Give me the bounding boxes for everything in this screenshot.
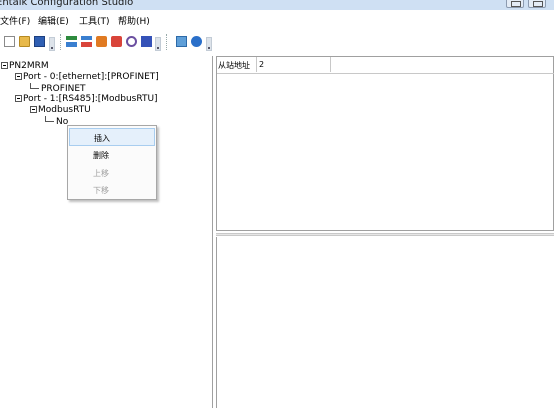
info-icon[interactable]	[191, 36, 202, 47]
menu-item-insert[interactable]: 插入	[69, 128, 155, 146]
menu-item-move-up: 上移	[93, 169, 109, 178]
property-panel: 从站地址 2	[216, 56, 554, 231]
toolbar-separator	[60, 34, 63, 50]
station-address-field[interactable]: 2	[256, 57, 331, 72]
settings-icon[interactable]	[176, 36, 187, 47]
toolbar-grip-2[interactable]	[155, 37, 161, 51]
new-file-icon[interactable]	[4, 36, 15, 47]
menu-item-move-down: 下移	[93, 186, 109, 195]
add-node-icon[interactable]	[66, 36, 77, 47]
tree-node-port1[interactable]: Port - 1:[RS485]:[ModbusRTU]	[15, 94, 158, 104]
tree-node-profinet[interactable]: PROFINET	[30, 83, 86, 94]
output-panel	[216, 237, 554, 408]
toolbar-grip[interactable]	[49, 37, 55, 51]
tree-node-slave[interactable]: No	[45, 116, 68, 127]
tree-node-modbusrtu[interactable]: ModbusRTU	[30, 105, 91, 115]
link-icon[interactable]	[126, 36, 137, 47]
toolbar	[0, 30, 554, 52]
tree-node-port0[interactable]: Port - 0:[ethernet]:[PROFINET]	[15, 72, 159, 82]
open-folder-icon[interactable]	[19, 36, 30, 47]
window-title: Entalk Configuration Studio	[0, 0, 134, 8]
add-slave-icon[interactable]	[81, 36, 92, 47]
station-address-label: 从站地址	[218, 61, 250, 70]
menu-edit[interactable]: 编辑(E)	[38, 14, 69, 27]
toolbar-separator-2	[166, 34, 169, 50]
menu-file[interactable]: 文件(F)	[0, 14, 30, 27]
menu-help[interactable]: 帮助(H)	[118, 14, 150, 27]
import-icon[interactable]	[96, 36, 107, 47]
title-bar: Entalk Configuration Studio	[0, 0, 554, 10]
collapse-icon[interactable]	[1, 62, 8, 69]
collapse-icon[interactable]	[30, 106, 37, 113]
maximize-button[interactable]	[528, 0, 546, 8]
restore-button[interactable]	[506, 0, 524, 8]
export-icon[interactable]	[111, 36, 122, 47]
tree-node-root[interactable]: PN2MRM	[1, 61, 49, 71]
download-icon[interactable]	[141, 36, 152, 47]
panel-splitter[interactable]	[216, 233, 554, 236]
menu-bar: 文件(F) 编辑(E) 工具(T) 帮助(H)	[0, 11, 554, 27]
tree-branch-line	[30, 83, 39, 89]
collapse-icon[interactable]	[15, 95, 22, 102]
save-icon[interactable]	[34, 36, 45, 47]
tree-branch-line	[45, 116, 54, 122]
context-menu: 插入 删除 上移 下移	[67, 125, 157, 200]
menu-item-delete[interactable]: 删除	[69, 146, 155, 164]
collapse-icon[interactable]	[15, 73, 22, 80]
property-row: 从站地址 2	[217, 57, 554, 74]
toolbar-grip-3[interactable]	[206, 37, 212, 51]
menu-tools[interactable]: 工具(T)	[79, 14, 110, 27]
project-tree: PN2MRM Port - 0:[ethernet]:[PROFINET] PR…	[0, 56, 213, 408]
